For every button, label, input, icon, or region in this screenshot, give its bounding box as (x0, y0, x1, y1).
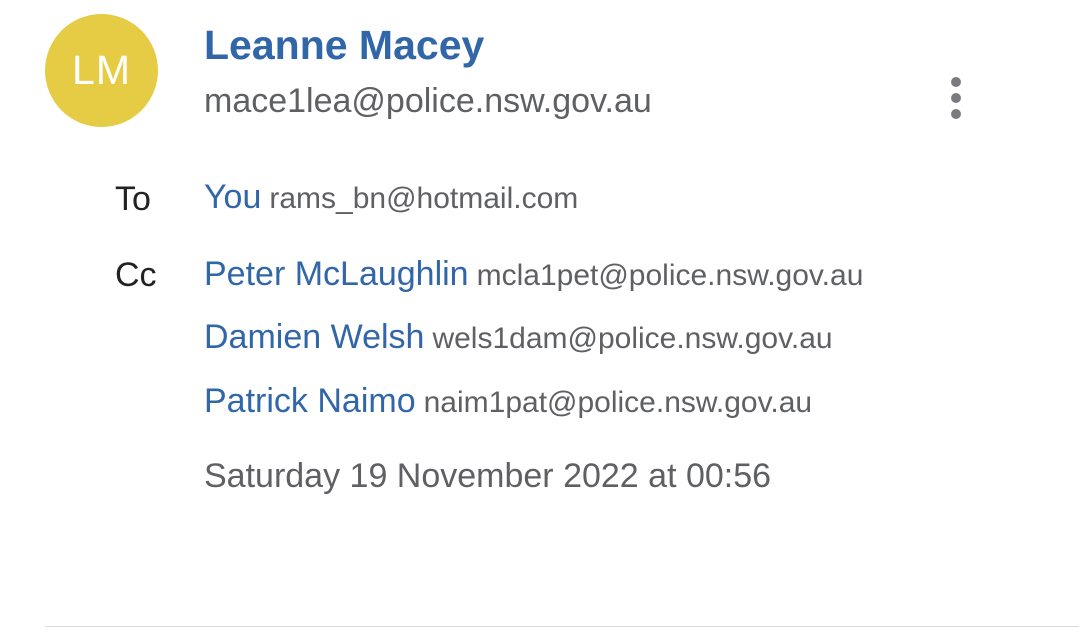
recipient-email: rams_bn@hotmail.com (269, 182, 579, 215)
cc-recipient[interactable]: Peter McLaughlin mcla1pet@police.nsw.gov.… (204, 255, 863, 294)
recipient-email: mcla1pet@police.nsw.gov.au (476, 259, 864, 292)
sender-name[interactable]: Leanne Macey (204, 22, 484, 69)
more-vert-icon[interactable] (936, 72, 976, 124)
dot (951, 77, 961, 87)
recipient-name: Damien Welsh (204, 318, 425, 356)
recipient-email: naim1pat@police.nsw.gov.au (423, 386, 813, 419)
avatar[interactable]: LM (45, 14, 158, 127)
dot (951, 93, 961, 103)
recipient-name: You (204, 178, 262, 216)
divider (45, 626, 1079, 627)
to-recipient[interactable]: You rams_bn@hotmail.com (204, 178, 578, 217)
cc-recipient[interactable]: Damien Welsh wels1dam@police.nsw.gov.au (204, 318, 833, 357)
to-label: To (115, 180, 151, 218)
email-header: LM Leanne Macey mace1lea@police.nsw.gov.… (0, 0, 1079, 629)
cc-recipient[interactable]: Patrick Naimo naim1pat@police.nsw.gov.au (204, 382, 812, 421)
recipient-email: wels1dam@police.nsw.gov.au (432, 322, 833, 355)
sent-date: Saturday 19 November 2022 at 00:56 (204, 457, 772, 495)
recipient-name: Patrick Naimo (204, 382, 416, 420)
recipient-name: Peter McLaughlin (204, 255, 469, 293)
cc-label: Cc (115, 256, 157, 294)
dot (951, 109, 961, 119)
sender-email: mace1lea@police.nsw.gov.au (204, 82, 652, 120)
